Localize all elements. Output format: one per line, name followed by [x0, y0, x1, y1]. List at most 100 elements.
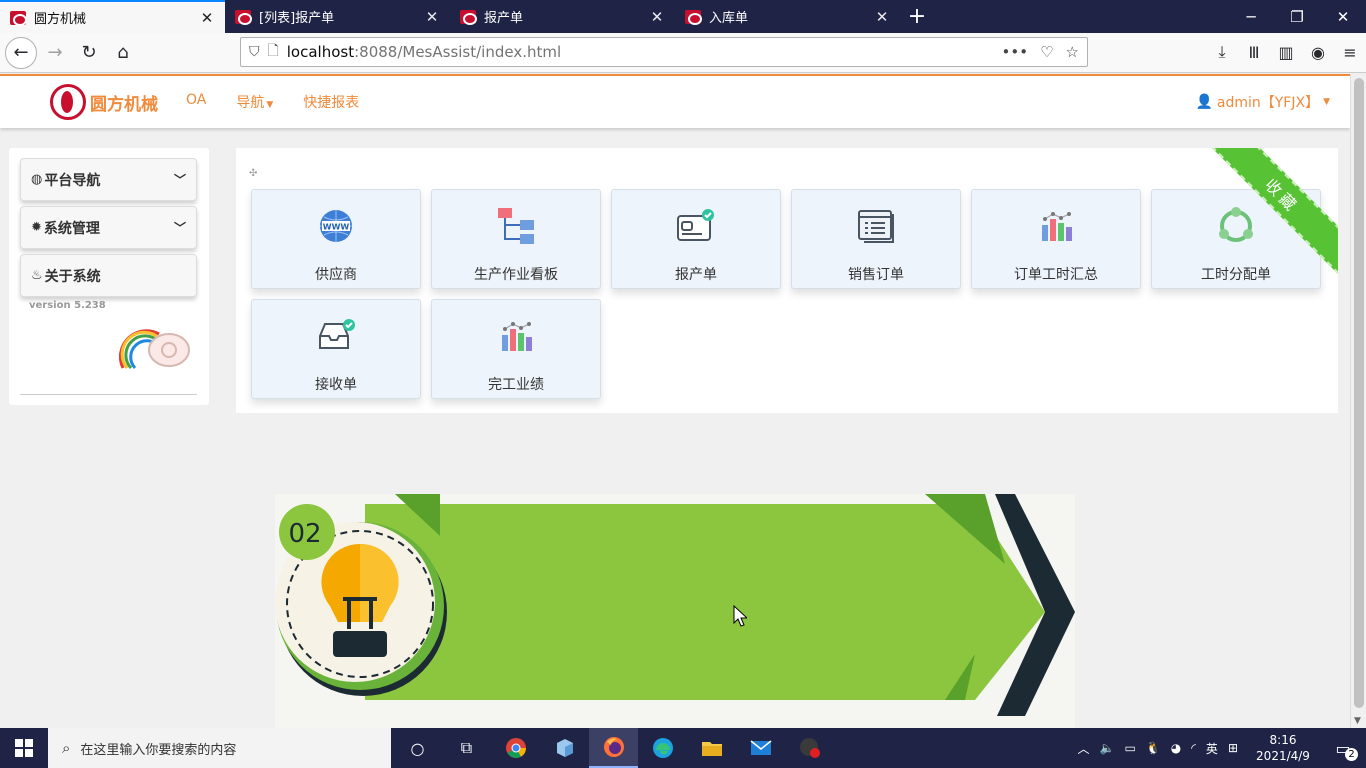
cortana-icon[interactable]: ○ — [393, 728, 442, 768]
scrollbar-thumb[interactable] — [1354, 78, 1364, 708]
user-icon: 👤 — [1195, 94, 1213, 110]
close-window-icon[interactable]: ✕ — [1320, 0, 1366, 33]
tile-label: 供应商 — [315, 267, 357, 283]
browser-toolbar: ← → ↻ ⌂ ⛉ 🗋 localhost:8088/MesAssist/ind… — [0, 33, 1366, 73]
menu-item-nav[interactable]: 导航 ▼ — [236, 92, 273, 112]
banner-graphic: 02 — [275, 494, 1075, 728]
tile-receipt[interactable]: 接收单 — [251, 299, 421, 399]
reload-button[interactable]: ↻ — [73, 37, 105, 69]
sidebar-item-label: 系统管理 — [43, 220, 100, 237]
close-tab-icon[interactable]: ✕ — [199, 9, 215, 27]
3d-box-app-icon[interactable] — [540, 728, 589, 768]
back-button[interactable]: ← — [5, 36, 37, 69]
bar-chart-icon — [1038, 206, 1074, 246]
menu-item-reports[interactable]: 快捷报表 — [303, 92, 359, 112]
page-actions-icon[interactable]: ••• — [1002, 43, 1029, 61]
qq-icon[interactable]: 🐧 — [1146, 741, 1161, 755]
tile-label: 生产作业看板 — [474, 267, 558, 283]
menu-item-oa[interactable]: OA — [186, 92, 206, 112]
tile-production-report[interactable]: 报产单 — [611, 189, 781, 289]
tile-order-hours-summary[interactable]: 订单工时汇总 — [971, 189, 1141, 289]
start-button[interactable] — [0, 728, 48, 768]
tray-expand-icon[interactable]: ︿ — [1078, 740, 1090, 757]
bookmark-star-icon[interactable]: ☆ — [1066, 43, 1079, 61]
browser-tab[interactable]: 圆方机械 ✕ — [0, 0, 225, 33]
restore-icon[interactable]: ❐ — [1274, 0, 1320, 33]
ime-grid-icon[interactable]: ⊞ — [1228, 741, 1238, 755]
user-menu[interactable]: 👤 admin【YFJX】 ▼ — [1195, 92, 1330, 112]
bar-chart-icon — [498, 316, 534, 356]
firefox-icon[interactable] — [589, 728, 638, 768]
sidebar-item-about[interactable]: ♨ 关于系统 — [20, 254, 197, 297]
file-explorer-icon[interactable] — [687, 728, 736, 768]
tile-completion-performance[interactable]: 完工业绩 — [431, 299, 601, 399]
system-tray: ︿ 🔈 ▭ 🐧 ◕ ◜ 英 ⊞ 8:16 2021/4/9 ▭ 2 — [1078, 732, 1366, 764]
page-content: 圆方机械 OA 导航 ▼ 快捷报表 👤 admin【YFJX】 ▼ ◍ 平台导航 … — [0, 74, 1350, 728]
windows-taskbar: ⌕ 在这里输入你要搜索的内容 ○ ⧉ ︿ 🔈 ▭ 🐧 ◕ ◜ 英 ⊞ 8:16 … — [0, 728, 1366, 768]
browser-tab[interactable]: [列表]报产单 ✕ — [225, 0, 450, 33]
tile-production-board[interactable]: 生产作业看板 — [431, 189, 601, 289]
library-icon[interactable]: Ⅲ — [1238, 37, 1270, 67]
clock[interactable]: 8:16 2021/4/9 — [1248, 732, 1318, 764]
download-icon[interactable]: ⤓ — [1206, 37, 1238, 67]
volume-icon[interactable]: 🔈 — [1100, 741, 1115, 755]
scroll-down-icon[interactable]: ▼ — [1354, 716, 1361, 726]
task-view-icon[interactable]: ⧉ — [442, 728, 491, 768]
shield-icon[interactable]: ⛉ — [249, 44, 260, 60]
ime-indicator[interactable]: 英 — [1206, 740, 1218, 757]
menu-icon[interactable]: ≡ — [1334, 37, 1366, 67]
mail-icon[interactable] — [736, 728, 785, 768]
url-path: :8088/MesAssist/index.html — [354, 43, 562, 61]
notification-center-icon[interactable]: ▭ 2 — [1328, 739, 1358, 761]
tile-label: 接收单 — [315, 377, 357, 393]
tile-sales-order[interactable]: 销售订单 — [791, 189, 961, 289]
battery-icon[interactable]: ▭ — [1124, 741, 1135, 755]
lightbulb-arrow-illustration: 02 — [275, 494, 1075, 716]
tab-title: 报产单 — [484, 11, 524, 26]
forward-button[interactable]: → — [39, 37, 71, 69]
svg-text:WWW: WWW — [323, 223, 350, 232]
tile-supplier[interactable]: WWW 供应商 — [251, 189, 421, 289]
browser-tab[interactable]: 入库单 ✕ — [675, 0, 900, 33]
tile-label: 销售订单 — [848, 267, 904, 283]
tab-title: 圆方机械 — [34, 12, 87, 27]
pocket-icon[interactable]: ♡ — [1040, 43, 1053, 61]
account-icon[interactable]: ◉ — [1302, 37, 1334, 67]
new-tab-button[interactable]: + — [900, 0, 934, 33]
edge-icon[interactable] — [638, 728, 687, 768]
home-button[interactable]: ⌂ — [107, 37, 139, 69]
logo-mark-icon — [50, 84, 86, 120]
chevron-down-icon: ﹀ — [173, 221, 186, 235]
shortcut-panel: ✣ WWW 供应商 生产作业看板 报产单 销售订单 订单工时汇总 工时分配单 接… — [236, 148, 1338, 413]
minimize-icon[interactable]: ─ — [1228, 0, 1274, 33]
url-host: localhost — [286, 43, 355, 61]
sidebar-item-system-admin[interactable]: ✹ 系统管理 ﹀ — [20, 206, 197, 249]
sidebar-item-platform-nav[interactable]: ◍ 平台导航 ﹀ — [20, 158, 197, 201]
wifi-icon[interactable]: ◜ — [1191, 741, 1196, 755]
page-info-icon[interactable]: 🗋 — [268, 40, 279, 64]
pin-icon[interactable]: ✣ — [249, 168, 257, 179]
sidebar-toggle-icon[interactable]: ▥ — [1270, 37, 1302, 67]
card-check-icon — [676, 206, 716, 246]
taskbar-search-input[interactable]: ⌕ 在这里输入你要搜索的内容 — [48, 728, 391, 768]
wechat-icon[interactable]: ◕ — [1171, 741, 1181, 755]
gear-icon: ✹ — [31, 220, 42, 235]
www-globe-icon: WWW — [318, 206, 354, 246]
close-tab-icon[interactable]: ✕ — [424, 8, 440, 26]
close-tab-icon[interactable]: ✕ — [874, 8, 890, 26]
clock-date: 2021/4/9 — [1256, 749, 1310, 763]
address-bar[interactable]: ⛉ 🗋 localhost:8088/MesAssist/index.html … — [240, 37, 1088, 67]
chrome-icon[interactable] — [491, 728, 540, 768]
logo[interactable]: 圆方机械 — [50, 84, 158, 120]
tile-label: 报产单 — [675, 267, 717, 283]
close-tab-icon[interactable]: ✕ — [649, 8, 665, 26]
page-scrollbar[interactable]: ▼ — [1350, 74, 1366, 728]
recorder-app-icon[interactable] — [785, 728, 834, 768]
browser-tab-strip: 圆方机械 ✕ [列表]报产单 ✕ 报产单 ✕ 入库单 ✕ + ─ ❐ ✕ — [0, 0, 1366, 33]
browser-tab[interactable]: 报产单 ✕ — [450, 0, 675, 33]
site-favicon-icon — [460, 9, 477, 25]
sidebar-item-label: 平台导航 — [44, 172, 101, 189]
inbox-check-icon — [316, 316, 356, 356]
menu-item-nav-label: 导航 — [236, 95, 265, 111]
search-icon: ⌕ — [62, 739, 71, 757]
